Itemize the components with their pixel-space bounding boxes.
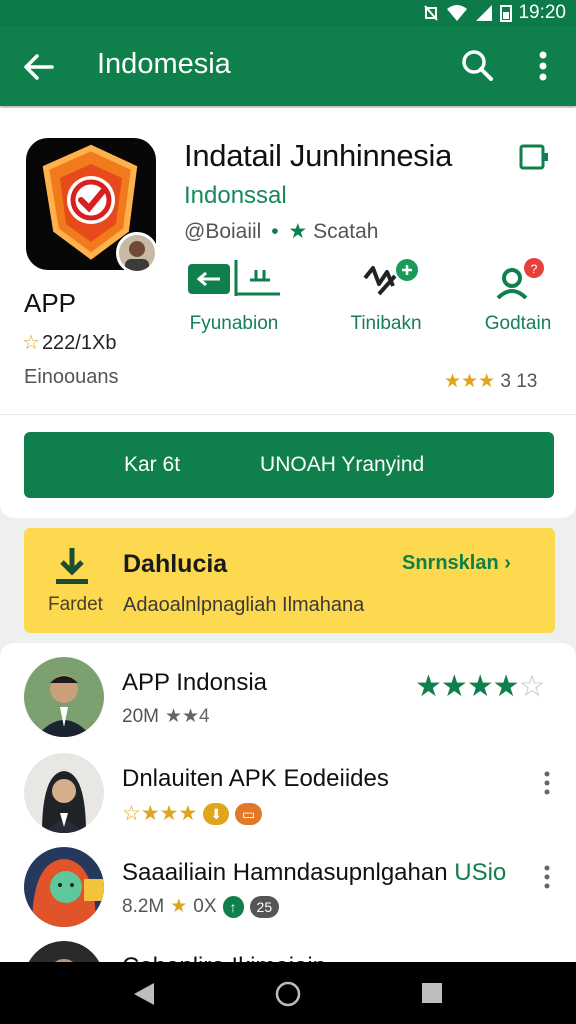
star-rating-icon: ★★4 — [164, 706, 210, 727]
promo-icon-label: Fardet — [48, 594, 103, 615]
promo-link[interactable]: Snrnsklan › — [402, 552, 511, 575]
app-bar: Indomesia — [0, 26, 576, 106]
back-arrow-icon[interactable] — [22, 50, 56, 84]
more-vert-icon[interactable] — [540, 769, 554, 797]
rating-summary-value: 3 13 — [500, 371, 538, 392]
developer-name[interactable]: Indonssal — [184, 182, 287, 210]
promo-description: Adaoalnlpnagliah Ilmahana — [123, 594, 365, 616]
action-contact-label: Godtain — [484, 313, 552, 334]
status-bar: 19:20 — [0, 0, 576, 26]
tools-icon — [363, 259, 418, 296]
rating-summary: ★★★ 3 13 — [444, 370, 537, 393]
count-badge: 25 — [249, 895, 280, 918]
developer-avatar — [116, 232, 158, 274]
download-icon — [56, 548, 88, 584]
wifi-icon — [447, 5, 468, 21]
system-nav-bar — [0, 962, 576, 1024]
badge-icon: ↑ — [222, 895, 244, 918]
action-contact[interactable]: ? Godtain — [478, 258, 558, 335]
app-label: APP — [24, 288, 77, 318]
install-left-label: Kar 6t — [124, 453, 181, 476]
star-icon: ★ — [170, 896, 188, 917]
edit-icon[interactable] — [518, 141, 550, 173]
list-item-title: Dnlauiten APK Eodeiides — [122, 765, 389, 792]
developer-handle: @Boiaiil — [184, 220, 262, 243]
promo-heading: Dahlucia — [123, 550, 228, 578]
chevron-right-icon: › — [504, 552, 511, 574]
list-item[interactable]: APP Indonsia 20M ★★4 ★★★★☆ — [0, 643, 576, 737]
more-vert-icon[interactable] — [540, 863, 554, 891]
action-tools[interactable]: Tinibakn — [338, 258, 434, 335]
star-icon: ☆ — [22, 332, 40, 354]
badge-icon: ⬇ — [203, 802, 230, 825]
badge-icon: ▭ — [235, 802, 263, 825]
list-item[interactable]: Saaailiain Hamndasupnlgahan USio 8.2M ★ 0… — [0, 833, 576, 927]
status-time: 19:20 — [518, 2, 566, 23]
avatar — [24, 753, 104, 833]
list-item-subtitle: 8.2M ★ 0X ↑ 25 — [122, 895, 280, 918]
signal-icon — [476, 5, 493, 21]
app-bar-title: Indomesia — [97, 48, 231, 80]
app-rating: ☆ 222/1Xb — [22, 330, 116, 355]
action-share[interactable]: Fyunabion — [182, 258, 286, 335]
svg-text:?: ? — [531, 262, 538, 276]
avatar — [24, 847, 104, 927]
list-item-subtitle: ☆★★★ ⬇ ▭ — [122, 801, 263, 826]
app-rating-value: 222/1Xb — [41, 332, 117, 354]
install-button[interactable]: Kar 6t UNOAH Yranyind — [24, 432, 554, 498]
list-item-subtitle: 20M ★★4 — [122, 705, 210, 728]
star-rating-icon: ★★★ — [444, 371, 496, 392]
battery-icon — [500, 5, 513, 22]
share-icon — [188, 260, 280, 296]
nav-home-icon[interactable] — [275, 981, 301, 1007]
search-icon[interactable] — [460, 48, 494, 82]
list-item-title: APP Indonsia — [122, 669, 267, 696]
action-share-label: Fyunabion — [189, 313, 279, 334]
app-header-card: APP ☆ 222/1Xb Einoouans Indatail Junhinne… — [0, 108, 576, 518]
separator-dot: • — [271, 220, 279, 243]
avatar — [24, 657, 104, 737]
list-item[interactable]: Dnlauiten APK Eodeiides ☆★★★ ⬇ ▭ — [0, 739, 576, 833]
star-icon: ★ — [288, 220, 308, 243]
app-subtitle: Einoouans — [24, 366, 119, 388]
star-rating-icon: ★★★★☆ — [415, 670, 545, 703]
install-right-label: UNOAH Yranyind — [260, 453, 425, 476]
meta-line: @Boiaiil • ★ Scatah — [184, 219, 378, 244]
app-title: Indatail Junhinnesia — [184, 138, 453, 173]
meta-tag: Scatah — [313, 220, 379, 243]
star-rating-icon: ☆★★★ — [122, 802, 198, 825]
notification-icon — [424, 5, 439, 21]
divider — [0, 414, 576, 415]
action-tools-label: Tinibakn — [350, 313, 422, 334]
promo-banner[interactable]: Fardet Dahlucia Snrnsklan › Adaoalnlpnag… — [24, 528, 555, 633]
nav-back-icon[interactable] — [132, 981, 156, 1007]
list-item-title: Saaailiain Hamndasupnlgahan USio — [122, 859, 507, 886]
list-item-tag: USio — [454, 859, 507, 886]
more-vert-icon[interactable] — [530, 48, 556, 84]
nav-recents-icon[interactable] — [420, 981, 444, 1005]
related-apps-list: APP Indonsia 20M ★★4 ★★★★☆ Dnlauiten APK … — [0, 643, 576, 1021]
person-icon: ? — [496, 258, 544, 300]
